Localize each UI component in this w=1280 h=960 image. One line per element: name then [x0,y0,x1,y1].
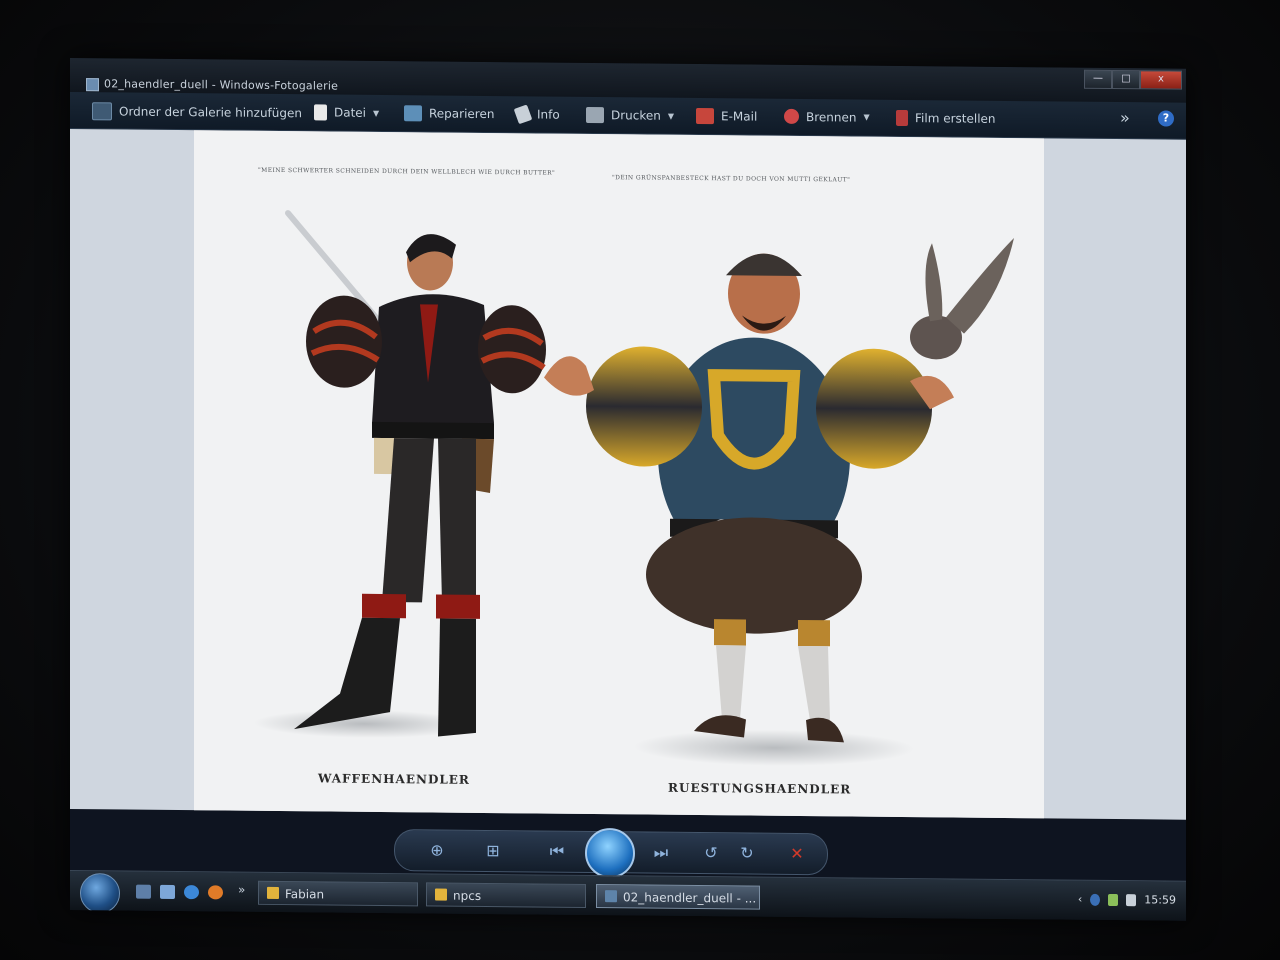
monitor-bezel: 02_haendler_duell - Windows-Fotogalerie … [0,0,1280,960]
add-folder-button[interactable]: Ordner der Galerie hinzufügen [92,102,302,122]
photo-gallery-icon [605,890,617,903]
browser-icon[interactable] [184,885,199,900]
clock[interactable]: 15:59 [1144,893,1176,906]
folder-icon [267,886,279,900]
taskbar-item-label: 02_haendler_duell - ... [623,890,757,906]
previous-icon[interactable]: ⏮ [545,840,569,864]
info-button[interactable]: Info [513,104,560,125]
file-label: Datei [334,105,367,120]
help-button[interactable]: ? [1158,110,1174,127]
close-button[interactable]: x [1140,70,1182,90]
taskbar-item-fabian[interactable]: Fabian [258,880,418,907]
viewer-controls: ⊕ ⊞ ⏮ ⏭ ↺ ↻ ✕ [394,827,828,879]
taskbar: » Fabian npcs 02_haendler_duell - ... ‹ … [70,870,1186,921]
weapon-merchant-figure [254,210,546,738]
actual-size-icon[interactable]: ⊞ [481,839,505,863]
rotate-left-icon[interactable]: ↺ [699,841,723,865]
show-desktop-icon[interactable] [136,884,151,899]
chevron-down-icon: ▼ [667,111,675,121]
folder-grid-icon [92,102,112,121]
screen: 02_haendler_duell - Windows-Fotogalerie … [70,58,1186,921]
disc-icon [784,108,799,124]
system-tray: ‹ 15:59 [1078,893,1176,907]
taskbar-item-photo-gallery[interactable]: 02_haendler_duell - ... [596,884,760,910]
taskbar-item-npcs[interactable]: npcs [426,882,586,908]
burn-menu-button[interactable]: Brennen ▼ [784,108,870,125]
battery-icon[interactable] [1108,893,1119,906]
create-movie-button[interactable]: Film erstellen [896,109,996,127]
firefox-icon[interactable] [208,885,223,900]
repair-label: Reparieren [429,106,495,122]
create-movie-label: Film erstellen [915,111,996,126]
zoom-icon[interactable]: ⊕ [425,838,449,862]
repair-button[interactable]: Reparieren [404,105,494,122]
caption-left: WAFFENHAENDLER [318,771,470,787]
rotate-right-icon[interactable]: ↻ [735,841,759,865]
printer-icon [586,106,604,124]
network-icon[interactable] [1090,893,1101,906]
folder-icon [435,888,447,901]
print-menu-button[interactable]: Drucken ▼ [586,106,675,124]
file-menu-button[interactable]: Datei ▼ [314,104,379,121]
delete-icon[interactable]: ✕ [785,842,809,866]
burn-label: Brennen [806,109,857,125]
info-label: Info [537,107,560,122]
taskbar-item-label: npcs [453,888,482,903]
print-label: Drucken [611,108,661,123]
email-icon [696,108,714,125]
tray-overflow-button[interactable]: ‹ [1078,893,1082,906]
caption-right: RUESTUNGSHAENDLER [668,780,852,797]
armor-merchant-figure [544,238,1014,766]
repair-icon [404,105,422,122]
file-icon [314,104,327,121]
window-controls: — □ x [1084,69,1182,90]
volume-icon[interactable] [1126,893,1137,906]
email-label: E-Mail [721,109,758,124]
chevron-down-icon: ▼ [373,108,380,118]
slideshow-button[interactable] [585,827,635,879]
maximize-button[interactable]: □ [1112,70,1140,90]
toolbar-overflow-button[interactable]: » [1120,108,1130,127]
taskbar-item-label: Fabian [285,887,325,902]
window-title: 02_haendler_duell - Windows-Fotogalerie [104,77,339,93]
email-button[interactable]: E-Mail [696,108,757,125]
film-icon [896,109,908,127]
photo-viewer: "MEINE SCHWERTER SCHNEIDEN DURCH DEIN WE… [70,129,1186,820]
add-folder-label: Ordner der Galerie hinzufügen [119,104,302,121]
start-button[interactable] [80,873,120,914]
minimize-button[interactable]: — [1084,69,1112,90]
quicklaunch-overflow-button[interactable]: » [238,883,245,897]
switch-windows-icon[interactable] [160,884,175,900]
photo-canvas: "MEINE SCHWERTER SCHNEIDEN DURCH DEIN WE… [194,130,1044,819]
photo-gallery-app-icon [86,78,99,92]
character-artwork [254,210,1014,766]
chevron-down-icon: ▼ [863,112,870,122]
tag-icon [513,104,533,125]
next-icon[interactable]: ⏭ [649,841,673,865]
